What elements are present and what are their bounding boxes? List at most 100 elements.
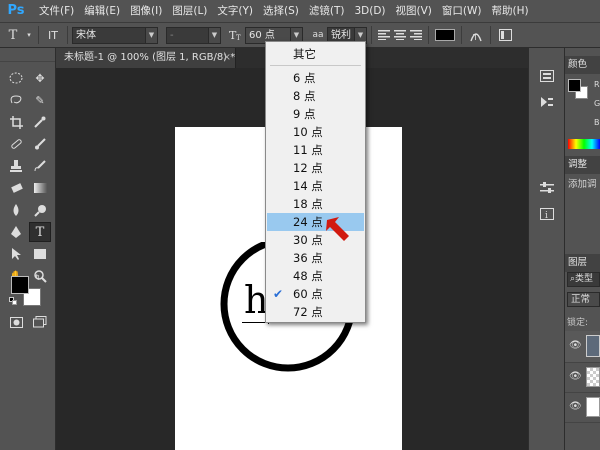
font-size-option[interactable]: 14 点 [267, 177, 364, 195]
antialias-icon-label: aa [312, 30, 324, 40]
actions-panel-button[interactable] [538, 94, 556, 110]
font-size-option-label: 11 点 [293, 143, 323, 157]
font-size-option-label: 30 点 [293, 233, 323, 247]
brush-tool[interactable] [29, 134, 51, 154]
divider [67, 26, 68, 44]
clone-stamp-tool[interactable] [5, 156, 27, 176]
font-family-value: 宋体 [76, 29, 96, 41]
color-spectrum-bar[interactable] [568, 139, 600, 149]
tab-layers[interactable]: 图层 [565, 254, 600, 272]
swap-colors-icon[interactable]: ↰ [34, 273, 41, 282]
rectangle-tool[interactable] [29, 244, 51, 264]
menu-help[interactable]: 帮助(H) [487, 0, 534, 23]
font-style-select[interactable]: - ▼ [166, 26, 221, 44]
dodge-icon [33, 204, 46, 217]
align-right-button[interactable] [408, 26, 424, 45]
chevron-down-icon[interactable]: ▾ [24, 26, 34, 45]
text-orientation-button[interactable]: IT [43, 26, 63, 45]
layer-row[interactable]: 👁 [565, 393, 600, 423]
warp-text-button[interactable]: T [466, 26, 486, 45]
gradient-tool[interactable] [29, 178, 51, 198]
adjustments-hint: 添加调 [568, 179, 597, 190]
font-size-option[interactable]: 48 点 [267, 267, 364, 285]
font-size-option-label: 48 点 [293, 269, 323, 283]
font-size-option[interactable]: 36 点 [267, 249, 364, 267]
screen-mode-icon [33, 316, 47, 328]
tab-adjustments[interactable]: 调整 [565, 156, 600, 174]
quick-select-tool[interactable]: ✎ [29, 90, 51, 110]
path-select-tool[interactable] [5, 244, 27, 264]
align-left-button[interactable] [376, 26, 392, 45]
align-center-icon [394, 30, 406, 40]
tab-layers-label: 图层 [568, 257, 588, 268]
type-tool[interactable]: T [29, 222, 51, 242]
font-size-option[interactable]: 18 点 [267, 195, 364, 213]
blend-mode-select[interactable]: 正常 [567, 292, 600, 307]
menu-bar: Ps 文件(F) 编辑(E) 图像(I) 图层(L) 文字(Y) 选择(S) 滤… [0, 0, 600, 23]
menu-select[interactable]: 选择(S) [258, 0, 304, 23]
eye-icon[interactable]: 👁 [569, 340, 582, 351]
font-size-option[interactable]: ✔ 60 点 [267, 285, 364, 303]
panel-grip [0, 48, 55, 62]
character-panel-button[interactable] [495, 26, 515, 45]
eraser-tool[interactable] [5, 178, 27, 198]
bandage-icon [10, 139, 22, 149]
move-tool[interactable]: ✥ [29, 68, 51, 88]
menu-type[interactable]: 文字(Y) [212, 0, 258, 23]
menu-image[interactable]: 图像(I) [125, 0, 167, 23]
history-brush-tool[interactable] [29, 156, 51, 176]
menu-file[interactable]: 文件(F) [34, 0, 79, 23]
crop-icon [9, 115, 23, 129]
font-size-option[interactable]: 9 点 [267, 105, 364, 123]
color-fg-swatch[interactable] [568, 79, 581, 92]
eye-icon[interactable]: 👁 [569, 371, 582, 382]
layer-row[interactable]: 👁 [565, 331, 600, 363]
menu-window[interactable]: 窗口(W) [437, 0, 487, 23]
blur-tool[interactable] [5, 200, 27, 220]
font-size-option-label: 14 点 [293, 179, 323, 193]
menu-item-label: 其它 [293, 47, 316, 61]
font-size-option[interactable]: 12 点 [267, 159, 364, 177]
align-right-icon [410, 30, 422, 40]
align-center-button[interactable] [392, 26, 408, 45]
tab-color[interactable]: 颜色 [565, 56, 600, 74]
menu-edit[interactable]: 编辑(E) [79, 0, 125, 23]
type-tool-preset-button[interactable]: T [2, 26, 24, 45]
history-panel-button[interactable] [538, 68, 556, 84]
font-family-select[interactable]: 宋体 ▼ [72, 26, 158, 44]
menu-filter[interactable]: 滤镜(T) [304, 0, 350, 23]
layers-filter-input[interactable]: ⌕类型 [567, 272, 600, 287]
font-size-option-label: 60 点 [293, 287, 323, 301]
default-colors-icon[interactable] [9, 297, 17, 305]
text-orientation-icon: IT [48, 28, 58, 42]
eye-icon[interactable]: 👁 [569, 401, 582, 412]
quick-mask-button[interactable] [5, 312, 27, 332]
menu-3d[interactable]: 3D(D) [349, 0, 390, 23]
font-size-option-label: 12 点 [293, 161, 323, 175]
menu-view[interactable]: 视图(V) [391, 0, 437, 23]
close-icon[interactable]: × [223, 48, 231, 68]
lasso-tool[interactable] [5, 90, 27, 110]
crop-tool[interactable] [5, 112, 27, 132]
font-size-option[interactable]: 72 点 [267, 303, 364, 321]
font-size-option[interactable]: 8 点 [267, 87, 364, 105]
layer-row[interactable]: 👁 [565, 363, 600, 393]
document-tab[interactable]: 未标题-1 @ 100% (图层 1, RGB/8) * × [56, 48, 236, 68]
screen-mode-button[interactable] [29, 312, 51, 332]
font-size-option[interactable]: 10 点 [267, 123, 364, 141]
antialias-value: 锐利 [331, 29, 351, 41]
healing-brush-tool[interactable] [5, 134, 27, 154]
font-size-option[interactable]: 6 点 [267, 69, 364, 87]
font-size-option[interactable]: 11 点 [267, 141, 364, 159]
pen-tool[interactable] [5, 222, 27, 242]
properties-panel-button[interactable] [538, 180, 556, 196]
text-color-button[interactable] [433, 26, 457, 45]
menu-item-other[interactable]: 其它 [267, 45, 364, 63]
eyedropper-tool[interactable] [29, 112, 51, 132]
dodge-tool[interactable] [29, 200, 51, 220]
info-panel-button[interactable]: i [538, 206, 556, 222]
marquee-tool[interactable] [5, 68, 27, 88]
menu-layer[interactable]: 图层(L) [167, 0, 212, 23]
divider [490, 26, 491, 44]
foreground-color-swatch[interactable] [11, 276, 29, 294]
